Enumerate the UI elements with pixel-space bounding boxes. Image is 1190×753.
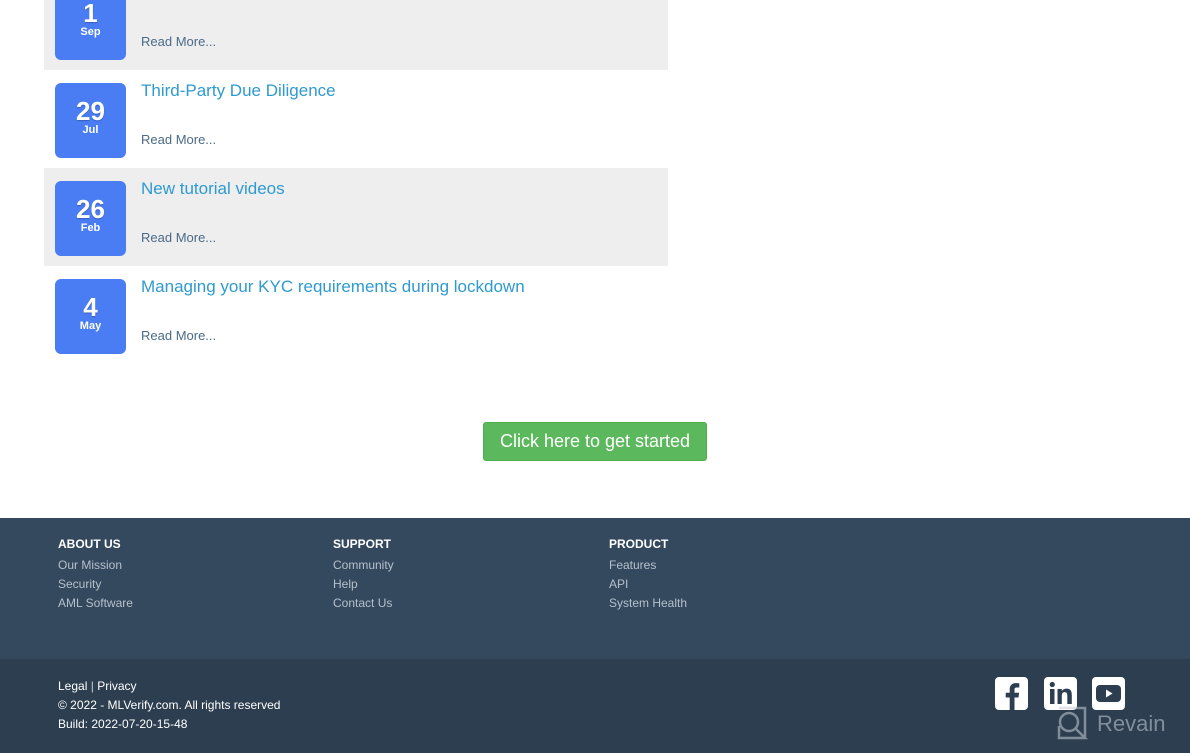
footer-link-community[interactable]: Community: [333, 556, 394, 575]
footer-heading: ABOUT US: [58, 537, 121, 551]
read-more-link[interactable]: Read More...: [141, 132, 216, 147]
get-started-button[interactable]: Click here to get started: [483, 422, 707, 461]
date-day: 29: [76, 96, 105, 126]
copyright-text: © 2022 - MLVerify.com. All rights reserv…: [58, 698, 281, 712]
watermark-text: Revain: [1097, 711, 1166, 736]
footer-link-system-health[interactable]: System Health: [609, 594, 687, 613]
footer-heading: PRODUCT: [609, 537, 669, 551]
news-item: 4 May Managing your KYC requirements dur…: [44, 266, 668, 364]
date-month: Jul: [82, 124, 99, 136]
date-day: 1: [83, 0, 98, 28]
news-item: 1 Sep Read More...: [44, 0, 668, 70]
privacy-link[interactable]: Privacy: [97, 679, 136, 693]
date-badge: 1 Sep: [55, 0, 126, 60]
date-day: 26: [76, 194, 105, 224]
footer-links: ABOUT US Our Mission Security AML Softwa…: [0, 518, 1190, 659]
news-title-link[interactable]: Third-Party Due Diligence: [141, 81, 336, 101]
date-badge: 29 Jul: [55, 83, 126, 158]
read-more-link[interactable]: Read More...: [141, 34, 216, 49]
separator: |: [90, 679, 94, 693]
date-badge: 4 May: [55, 279, 126, 354]
legal-link[interactable]: Legal: [58, 679, 87, 693]
footer-link-our-mission[interactable]: Our Mission: [58, 556, 133, 575]
read-more-link[interactable]: Read More...: [141, 230, 216, 245]
footer-column-about: ABOUT US Our Mission Security AML Softwa…: [58, 537, 133, 613]
news-item: 26 Feb New tutorial videos Read More...: [44, 168, 668, 266]
footer-heading: SUPPORT: [333, 537, 392, 551]
footer-link-contact-us[interactable]: Contact Us: [333, 594, 394, 613]
revain-watermark: Revain: [1055, 706, 1165, 742]
footer-bottom: Legal | Privacy © 2022 - MLVerify.com. A…: [0, 659, 1190, 753]
footer-link-help[interactable]: Help: [333, 575, 394, 594]
news-item: 29 Jul Third-Party Due Diligence Read Mo…: [44, 70, 668, 168]
revain-logo-icon: [1057, 706, 1089, 740]
build-text: Build: 2022-07-20-15-48: [58, 717, 188, 731]
footer-link-security[interactable]: Security: [58, 575, 133, 594]
date-month: May: [79, 320, 102, 332]
date-day: 4: [83, 292, 98, 322]
news-title-link[interactable]: New tutorial videos: [141, 179, 285, 199]
footer-column-product: PRODUCT Features API System Health: [609, 537, 687, 613]
footer-column-support: SUPPORT Community Help Contact Us: [333, 537, 394, 613]
date-badge: 26 Feb: [55, 181, 126, 256]
news-title-link[interactable]: Managing your KYC requirements during lo…: [141, 277, 525, 297]
legal-block: Legal | Privacy © 2022 - MLVerify.com. A…: [58, 677, 280, 734]
news-list: 1 Sep Read More... 29 Jul Third-Party Du…: [44, 0, 668, 364]
footer-link-features[interactable]: Features: [609, 556, 687, 575]
footer-link-aml-software[interactable]: AML Software: [58, 594, 133, 613]
date-month: Sep: [80, 26, 101, 38]
footer-link-api[interactable]: API: [609, 575, 687, 594]
facebook-icon[interactable]: [995, 677, 1028, 710]
date-month: Feb: [80, 222, 101, 234]
read-more-link[interactable]: Read More...: [141, 328, 216, 343]
